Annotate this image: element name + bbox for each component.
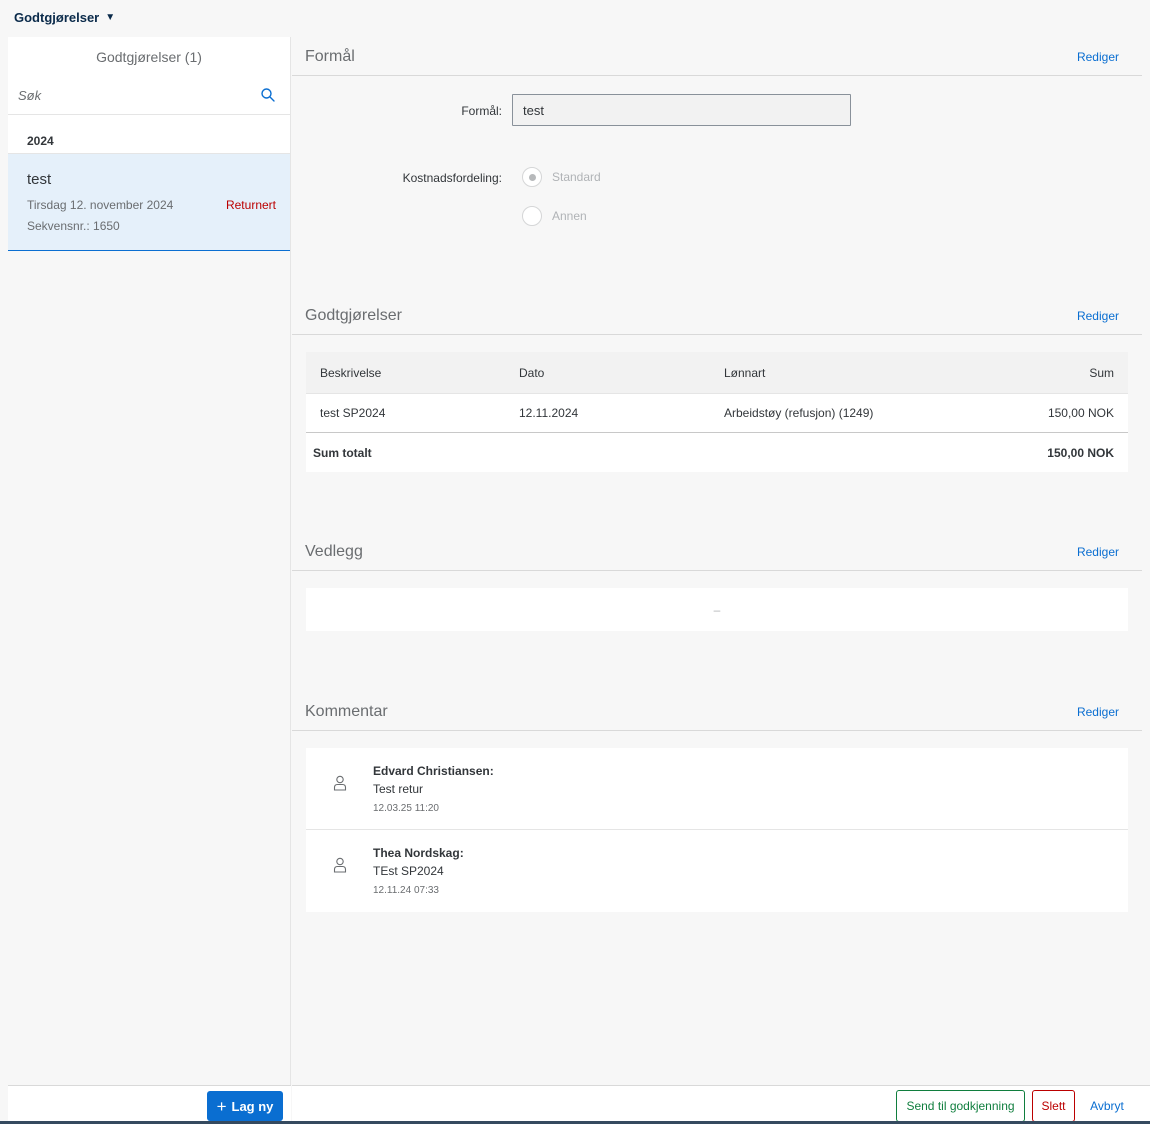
cell-description: test SP2024 xyxy=(320,406,386,420)
table-total-row: Sum totalt 150,00 NOK xyxy=(306,433,1128,472)
app-title: Godtgjørelser xyxy=(14,10,100,25)
distribution-label: Kostnadsfordeling: xyxy=(402,171,502,185)
section-divider xyxy=(292,75,1142,76)
comments-list: Edvard Christiansen: Test retur 12.03.25… xyxy=(306,748,1128,912)
radio-standard[interactable]: Standard xyxy=(522,167,601,187)
attachments-empty: – xyxy=(306,588,1128,631)
send-for-approval-button[interactable]: Send til godkjenning xyxy=(896,1090,1025,1122)
status-badge: Returnert xyxy=(225,198,276,212)
delete-button[interactable]: Slett xyxy=(1032,1090,1075,1122)
detail-page: Formål Rediger Formål: test Kostnadsford… xyxy=(292,37,1142,1085)
comment-author: Thea Nordskag: xyxy=(373,846,464,860)
column-header-date: Dato xyxy=(519,365,545,380)
item-date: Tirsdag 12. november 2024 xyxy=(27,198,174,212)
edit-comments-link[interactable]: Rediger xyxy=(1077,705,1119,719)
new-button[interactable]: + Lag ny xyxy=(207,1091,283,1121)
master-list: Godtgjørelser (1) 2024 test Tirsdag 12. … xyxy=(8,37,291,1085)
detail-footer: Send til godkjenning Slett Avbryt xyxy=(292,1085,1150,1124)
master-footer: + Lag ny xyxy=(8,1085,291,1124)
cell-date: 12.11.2024 xyxy=(519,406,579,420)
radio-label-annen: Annen xyxy=(552,209,587,223)
radio-annen[interactable]: Annen xyxy=(522,206,587,226)
formal-label: Formål: xyxy=(461,104,502,118)
list-item[interactable]: test Tirsdag 12. november 2024 Returnert… xyxy=(8,154,290,251)
cell-wage-type: Arbeidstøy (refusjon) (1249) xyxy=(724,406,874,420)
comment-author: Edvard Christiansen: xyxy=(373,764,494,778)
allowances-table: Beskrivelse Dato Lønnart Sum test SP2024… xyxy=(306,352,1128,472)
list-item: Thea Nordskag: TEst SP2024 12.11.24 07:3… xyxy=(306,830,1128,912)
master-header: Godtgjørelser (1) xyxy=(8,37,290,77)
comment-text: Test retur xyxy=(373,782,424,796)
radio-label-standard: Standard xyxy=(552,170,601,184)
cancel-button[interactable]: Avbryt xyxy=(1082,1090,1132,1122)
person-icon xyxy=(333,775,347,791)
section-divider xyxy=(292,570,1142,571)
search-icon[interactable] xyxy=(260,87,276,103)
list-item: Edvard Christiansen: Test retur 12.03.25… xyxy=(306,748,1128,830)
caret-down-icon: ▼ xyxy=(105,12,116,23)
column-header-sum: Sum xyxy=(1089,365,1114,380)
new-button-label: Lag ny xyxy=(231,1098,274,1114)
app-title-menu[interactable]: Godtgjørelser ▼ xyxy=(14,10,115,25)
shell-bar: Godtgjørelser ▼ xyxy=(0,0,1150,37)
edit-allowances-link[interactable]: Rediger xyxy=(1077,309,1119,323)
comment-timestamp: 12.11.24 07:33 xyxy=(373,885,439,896)
radio-button[interactable] xyxy=(522,206,542,226)
table-header-row: Beskrivelse Dato Lønnart Sum xyxy=(306,352,1128,394)
section-title-comments: Kommentar xyxy=(305,703,388,720)
search-bar xyxy=(8,77,290,115)
plus-icon: + xyxy=(216,1096,227,1116)
edit-formal-link[interactable]: Rediger xyxy=(1077,50,1119,64)
section-title-formal: Formål xyxy=(305,48,355,65)
comment-text: TEst SP2024 xyxy=(373,864,444,878)
total-label: Sum totalt xyxy=(313,445,372,460)
section-divider xyxy=(292,730,1142,731)
item-sequence: Sekvensnr.: 1650 xyxy=(27,219,120,233)
formal-field[interactable]: test xyxy=(512,94,851,126)
section-divider xyxy=(292,334,1142,335)
table-row[interactable]: test SP2024 12.11.2024 Arbeidstøy (refus… xyxy=(306,394,1128,433)
section-title-attachments: Vedlegg xyxy=(305,543,363,560)
edit-attachments-link[interactable]: Rediger xyxy=(1077,545,1119,559)
column-header-wage-type: Lønnart xyxy=(724,365,766,380)
radio-button-selected[interactable] xyxy=(522,167,542,187)
column-header-description: Beskrivelse xyxy=(320,365,382,380)
item-title: test xyxy=(27,171,52,188)
total-value: 150,00 NOK xyxy=(1047,445,1114,460)
cell-sum: 150,00 NOK xyxy=(1047,406,1114,420)
section-title-allowances: Godtgjørelser xyxy=(305,307,402,324)
comment-timestamp: 12.03.25 11:20 xyxy=(373,803,439,814)
search-input[interactable] xyxy=(8,77,290,114)
person-icon xyxy=(333,857,347,873)
group-header: 2024 xyxy=(8,115,290,154)
